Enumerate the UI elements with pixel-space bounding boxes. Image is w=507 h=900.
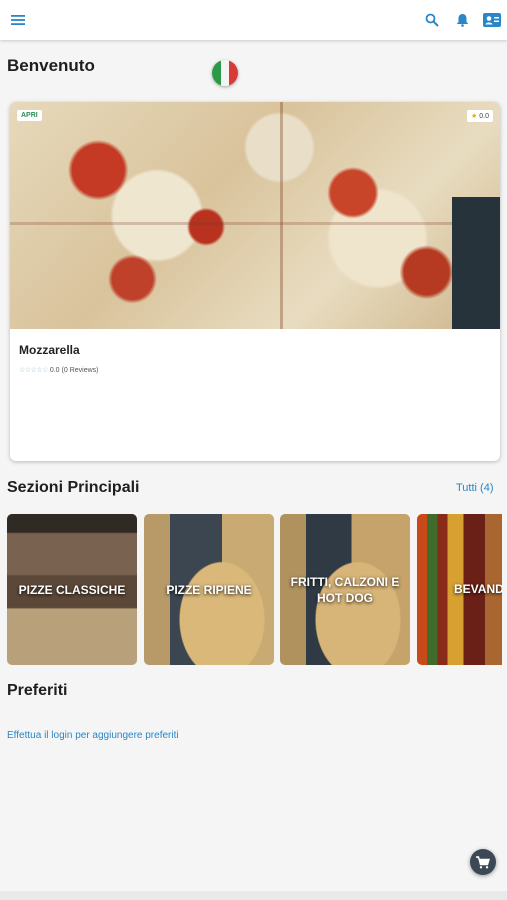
pizza-photo: [10, 102, 500, 329]
bottom-strip: [0, 891, 507, 900]
view-all-link[interactable]: Tutti (4): [456, 482, 494, 494]
category-label: PIZZE CLASSICHE: [18, 582, 126, 597]
main-sections-title: Sezioni Principali: [7, 479, 140, 496]
featured-restaurant-card[interactable]: APRI ★ 0.0 Mozzarella ☆☆☆☆☆ 0.0 (0 Review…: [10, 102, 500, 461]
welcome-title: Benvenuto: [7, 56, 95, 75]
open-status-badge: APRI: [17, 110, 42, 121]
rating-badge: ★ 0.0: [466, 110, 493, 122]
search-icon[interactable]: [422, 10, 442, 30]
top-app-bar: [0, 0, 507, 40]
rating-badge-value: 0.0: [479, 113, 489, 120]
category-card-bevande[interactable]: BEVAND: [417, 514, 502, 665]
rating-row: ☆☆☆☆☆ 0.0 (0 Reviews): [19, 366, 98, 374]
bell-icon[interactable]: [452, 10, 472, 30]
italy-flag-icon[interactable]: [212, 60, 238, 86]
cart-icon: [476, 855, 490, 868]
rating-text: 0.0 (0 Reviews): [49, 367, 99, 374]
menu-icon[interactable]: [8, 10, 28, 30]
category-card-pizze-classiche[interactable]: PIZZE CLASSICHE: [7, 514, 137, 665]
contact-card-icon[interactable]: [482, 10, 502, 30]
favorites-title: Preferiti: [7, 682, 68, 699]
category-label: FRITTI, CALZONI E HOT DOG: [290, 574, 400, 605]
category-label: BEVAND: [454, 582, 502, 596]
category-card-fritti-calzoni[interactable]: FRITTI, CALZONI E HOT DOG: [280, 514, 410, 665]
login-for-favorites-link[interactable]: Effettua il login per aggiungere preferi…: [7, 730, 179, 741]
cart-button[interactable]: [470, 849, 496, 875]
category-label: PIZZE RIPIENE: [166, 582, 252, 597]
rating-stars-icon: ☆☆☆☆☆: [19, 367, 48, 374]
category-card-pizze-ripiene[interactable]: PIZZE RIPIENE: [144, 514, 274, 665]
restaurant-name: Mozzarella: [19, 343, 80, 357]
star-icon: ★: [470, 113, 478, 120]
